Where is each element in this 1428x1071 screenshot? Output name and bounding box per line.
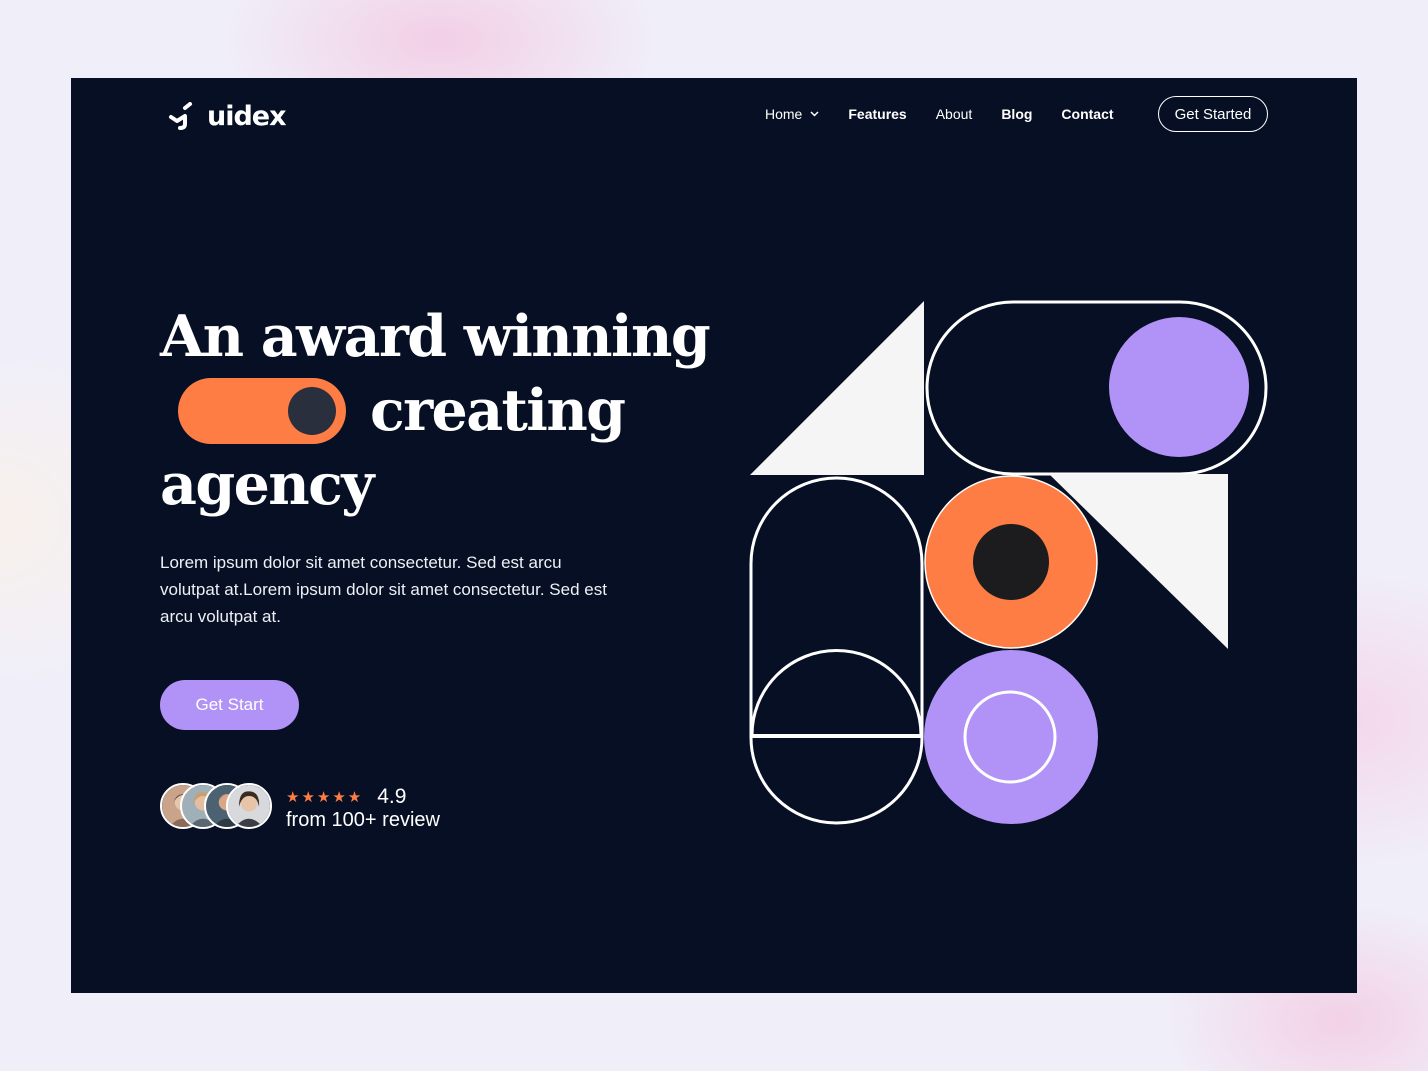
rating-row: ★★★★★ 4.9 bbox=[286, 785, 406, 809]
hero-headline: An award winning creating agency bbox=[160, 300, 780, 522]
purple-circle-bottom bbox=[924, 650, 1098, 824]
main-nav: Home Features About Blog Contact bbox=[765, 103, 1143, 125]
dark-dot bbox=[973, 524, 1049, 600]
avatar-group bbox=[160, 783, 280, 833]
rating-score: 4.9 bbox=[377, 785, 407, 808]
headline-line-1: An award winning bbox=[160, 303, 711, 370]
person-photo-icon bbox=[228, 785, 270, 827]
nav-item-contact[interactable]: Contact bbox=[1061, 106, 1113, 122]
nav-item-about[interactable]: About bbox=[936, 106, 973, 122]
nav-item-label: Home bbox=[765, 106, 803, 122]
brand-logo[interactable]: uidex bbox=[168, 100, 287, 132]
geometric-illustration bbox=[749, 300, 1268, 825]
headline-word-creating: creating bbox=[370, 377, 626, 444]
hero-description: Lorem ipsum dolor sit amet consectetur. … bbox=[160, 553, 607, 626]
half-circle-outline bbox=[750, 649, 923, 736]
get-started-button[interactable]: Get Started bbox=[1158, 96, 1268, 132]
nav-item-features[interactable]: Features bbox=[848, 106, 906, 122]
get-start-button[interactable]: Get Start bbox=[160, 680, 299, 730]
avatar bbox=[226, 783, 272, 829]
nav-item-home[interactable]: Home bbox=[765, 106, 819, 122]
headline-line-2: creating bbox=[160, 374, 780, 448]
toggle-knob bbox=[288, 387, 336, 435]
chevron-down-icon bbox=[810, 111, 819, 117]
toggle-switch-graphic bbox=[178, 378, 346, 444]
nav-item-blog[interactable]: Blog bbox=[1001, 106, 1032, 122]
star-rating-icon: ★★★★★ bbox=[286, 789, 364, 806]
review-count: from 100+ review bbox=[286, 809, 440, 831]
hero-frame: uidex Home Features About Blog Contact G… bbox=[71, 78, 1357, 993]
triangle-shape-top bbox=[750, 301, 924, 475]
brand-name: uidex bbox=[207, 100, 287, 132]
uidex-logo-icon bbox=[169, 102, 192, 130]
purple-circle-top bbox=[1109, 317, 1249, 457]
headline-line-3: agency bbox=[160, 451, 374, 518]
